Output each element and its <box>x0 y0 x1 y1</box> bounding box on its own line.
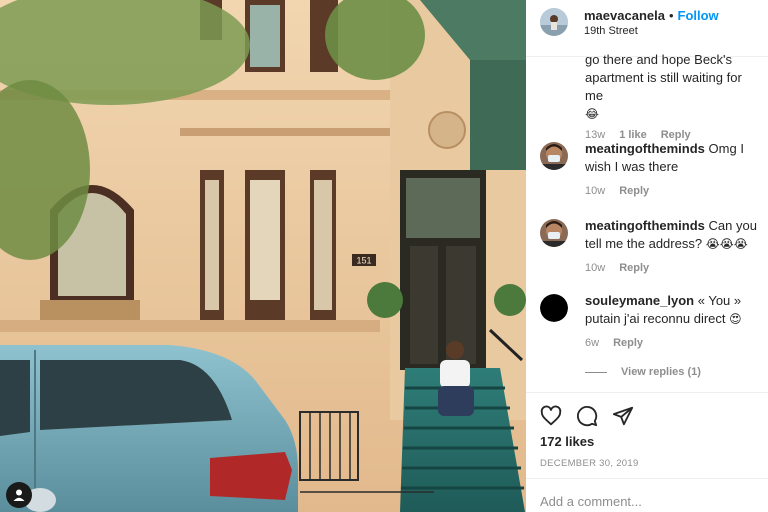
separator-dot: • <box>668 7 674 23</box>
comment-button[interactable] <box>576 405 598 427</box>
comment-time[interactable]: 6w <box>585 337 599 349</box>
caption-emoji: 😂 <box>585 107 600 121</box>
commenter-username[interactable]: souleymane_lyon <box>585 293 694 308</box>
comment-time[interactable]: 10w <box>585 262 605 274</box>
author-avatar[interactable] <box>540 8 568 36</box>
commenter-username[interactable]: meatingoftheminds <box>585 218 705 233</box>
post-header: maevacanela • Follow 19th Street <box>526 0 768 44</box>
follow-button[interactable]: Follow <box>678 8 719 24</box>
comment-item: meatingoftheminds Omg I wish I was there… <box>526 140 768 197</box>
post-side-panel: maevacanela • Follow 19th Street go ther… <box>526 0 768 512</box>
likes-count[interactable]: 172 likes <box>540 434 594 449</box>
commenter-avatar[interactable] <box>540 219 568 247</box>
share-button[interactable] <box>612 405 634 427</box>
commenter-avatar[interactable] <box>540 142 568 170</box>
add-comment-input[interactable]: Add a comment... <box>540 494 642 509</box>
comment-emoji: 😍 <box>729 312 742 326</box>
author-username[interactable]: maevacanela <box>584 8 665 24</box>
comment-item: souleymane_lyon « You » putain j'ai reco… <box>526 292 768 349</box>
comments-list: go there and hope Beck's apartment is st… <box>526 52 768 141</box>
actions-divider <box>526 392 768 393</box>
comment-reply-button[interactable]: Reply <box>619 185 649 197</box>
commenter-username[interactable]: meatingoftheminds <box>585 141 705 156</box>
caption-text: go there and hope Beck's apartment is st… <box>526 51 768 123</box>
post-photo[interactable]: 151 <box>0 0 526 512</box>
comment-reply-button[interactable]: Reply <box>619 262 649 274</box>
view-replies-button[interactable]: View replies (1) <box>585 366 701 378</box>
caption-line-2: apartment is still waiting for me <box>585 70 742 103</box>
address-number: 151 <box>356 256 371 266</box>
comment-reply-button[interactable]: Reply <box>613 337 643 349</box>
comment-icon <box>577 406 598 427</box>
user-tag-icon <box>13 489 25 501</box>
comment-item: meatingoftheminds Can you tell me the ad… <box>526 217 768 274</box>
replies-line <box>585 371 607 373</box>
user-tag-button[interactable] <box>6 482 32 508</box>
comment-box-divider <box>526 478 768 479</box>
heart-icon <box>540 405 562 426</box>
like-button[interactable] <box>540 405 562 427</box>
post-actions <box>540 405 634 427</box>
brownstone-street-photo: 151 <box>0 0 526 512</box>
comment-time[interactable]: 10w <box>585 185 605 197</box>
view-replies-label: View replies (1) <box>621 366 701 378</box>
commenter-avatar[interactable] <box>540 294 568 322</box>
post-location[interactable]: 19th Street <box>584 25 719 37</box>
paper-plane-icon <box>612 406 634 426</box>
comment-emoji: 😭😭😭 <box>705 237 748 251</box>
post-date: DECEMBER 30, 2019 <box>540 458 639 469</box>
caption-line-1: go there and hope Beck's <box>585 52 733 67</box>
